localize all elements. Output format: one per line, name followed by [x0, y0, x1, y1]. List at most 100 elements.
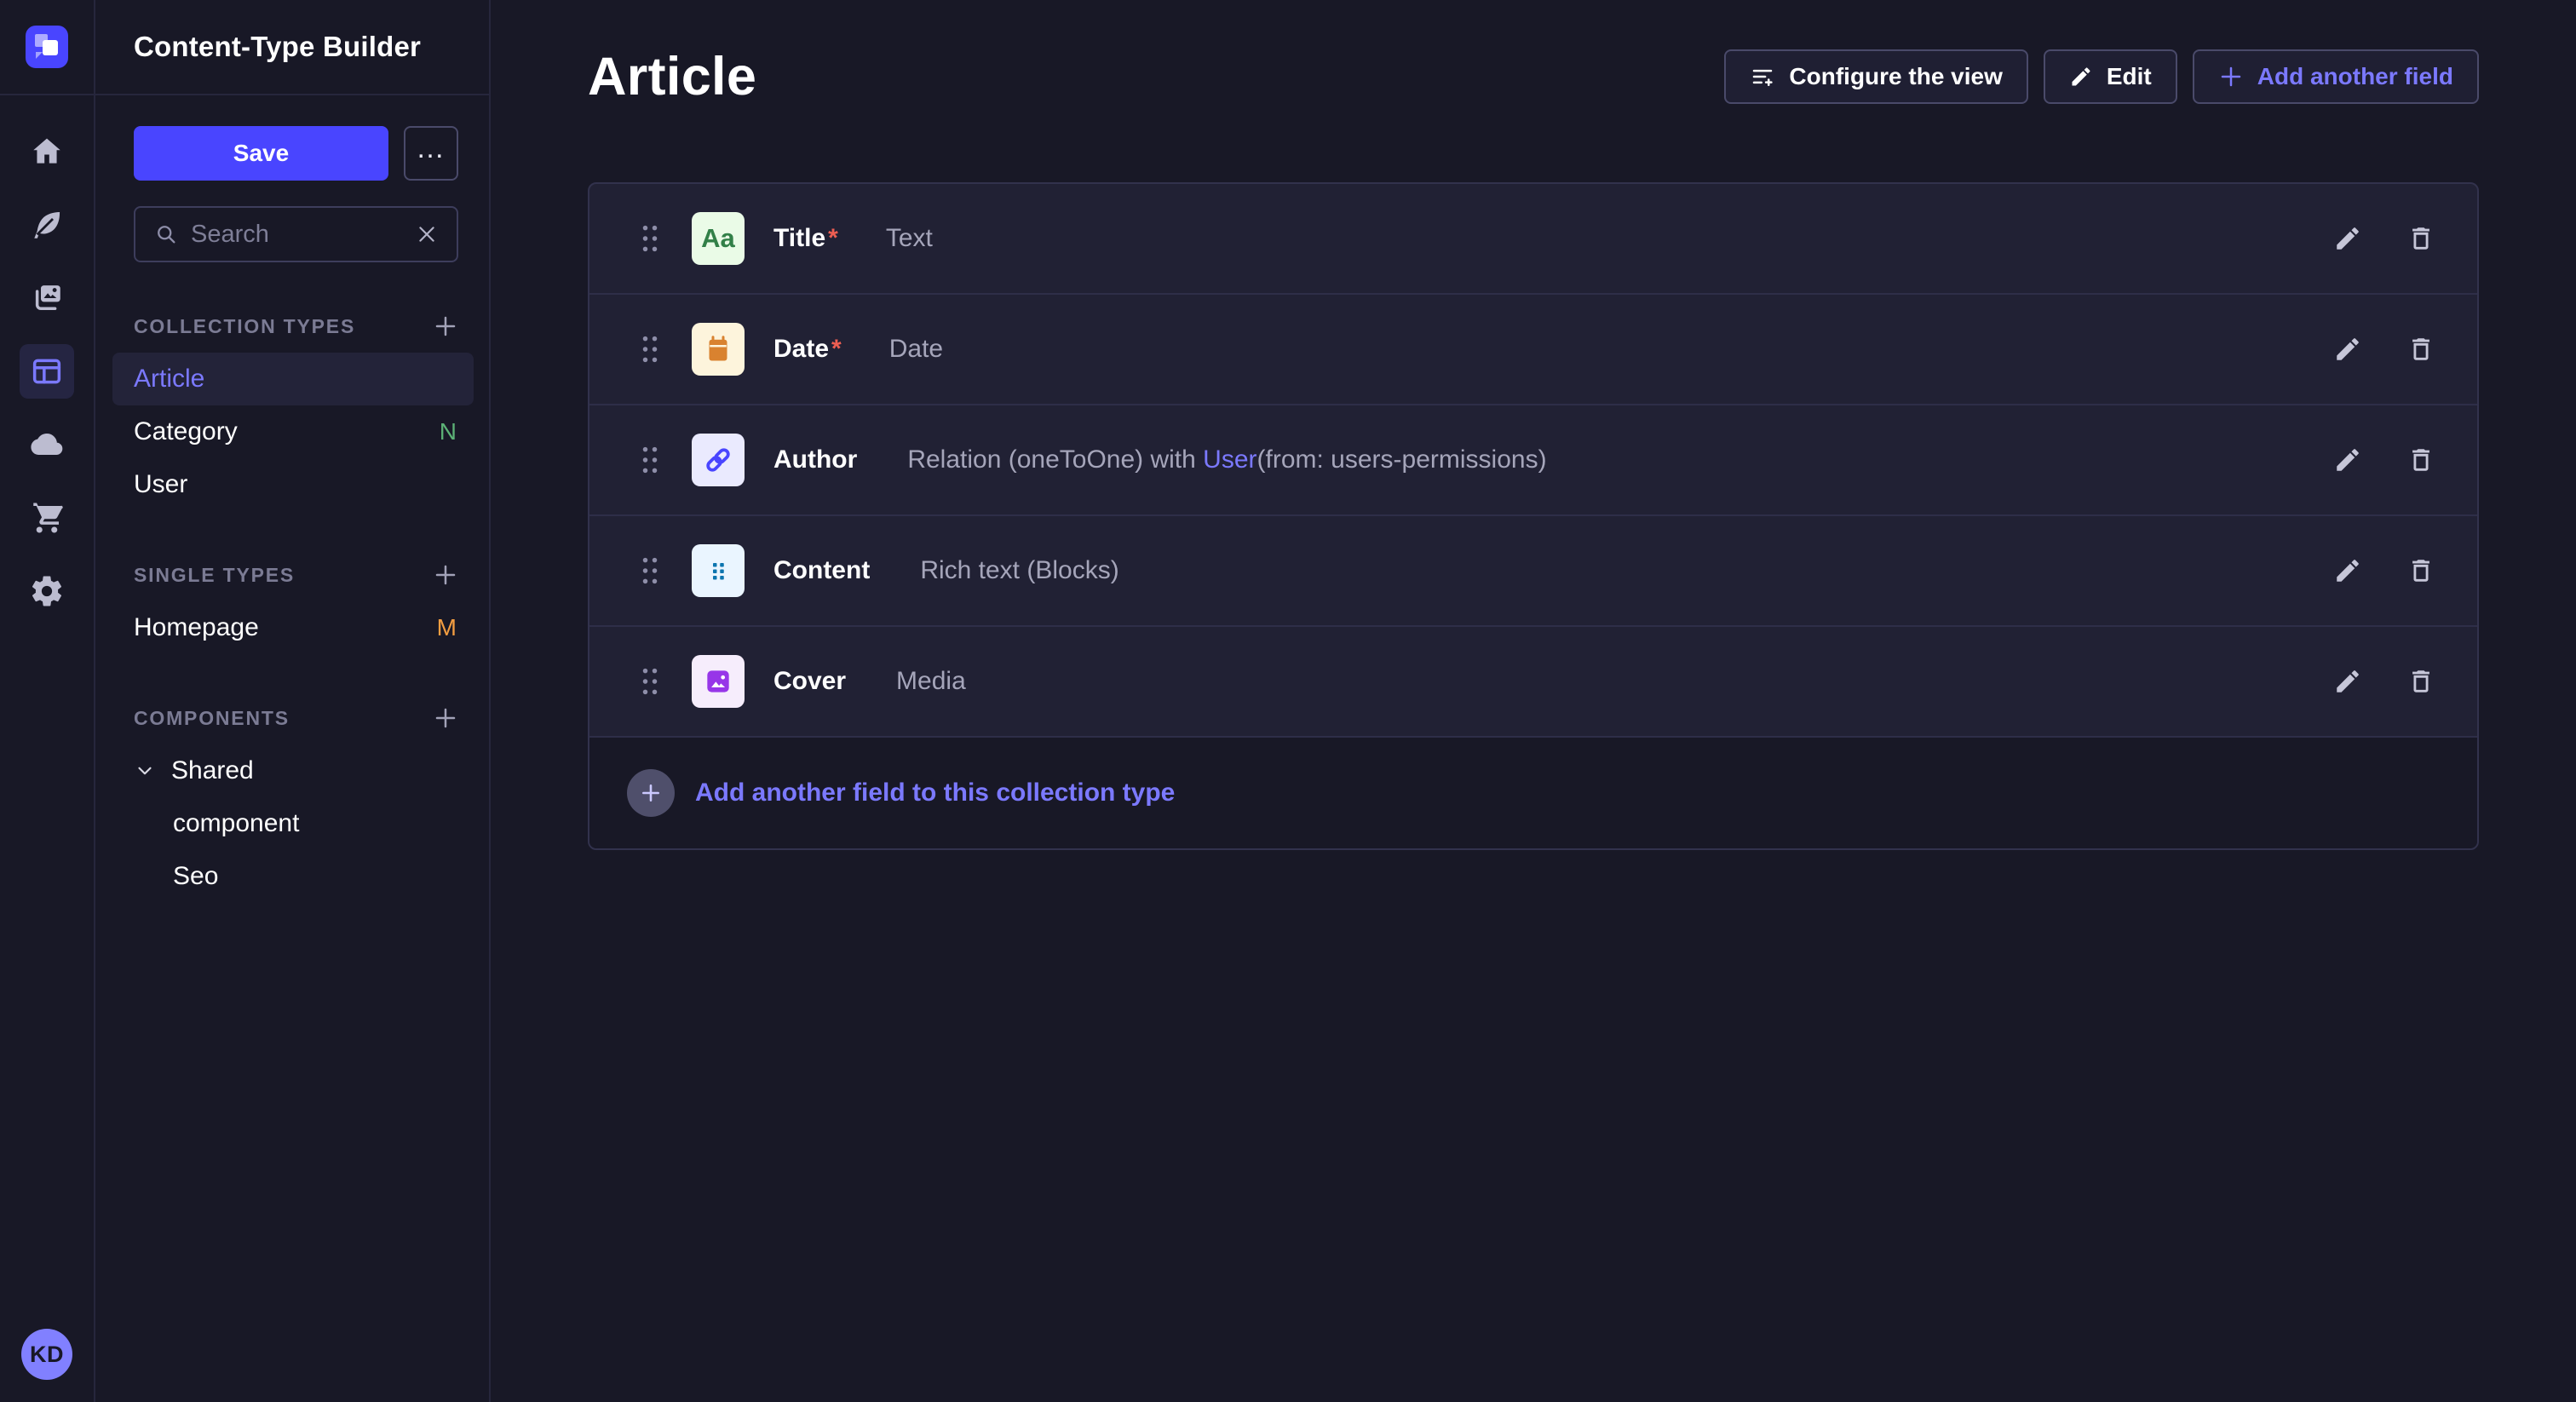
- field-type: Text: [886, 224, 933, 253]
- edit-field-button[interactable]: [2329, 220, 2366, 257]
- close-icon: [416, 223, 438, 245]
- edit-field-button[interactable]: [2329, 552, 2366, 589]
- sidebar-item-article[interactable]: Article: [112, 353, 474, 405]
- relation-field-icon: [692, 434, 745, 486]
- plus-icon: [433, 562, 458, 588]
- edit-field-button[interactable]: [2329, 663, 2366, 700]
- sidebar-item-component[interactable]: component: [134, 797, 458, 850]
- field-name: Content: [773, 556, 870, 585]
- sidebar-item-seo[interactable]: Seo: [134, 850, 458, 903]
- date-field-icon: [692, 323, 745, 376]
- field-type: Media: [896, 667, 966, 696]
- add-single-type-button[interactable]: [433, 562, 458, 588]
- pencil-icon: [2069, 65, 2093, 89]
- table-row-date: Date* Date: [589, 295, 2477, 405]
- sidebar-item-category[interactable]: Category N: [112, 405, 474, 458]
- configure-list-icon: [1750, 64, 1775, 89]
- plugin-body: Save … COLLECTION TYPES: [95, 95, 489, 903]
- search-icon: [154, 222, 178, 246]
- icon-rail: KD: [0, 0, 95, 1402]
- status-badge-modified: M: [437, 614, 457, 641]
- rail-header: [0, 0, 94, 95]
- add-another-field-button[interactable]: Add another field: [2193, 49, 2479, 104]
- add-field-footer-button[interactable]: Add another field to this collection typ…: [589, 738, 2477, 848]
- drag-handle-icon[interactable]: [639, 555, 661, 586]
- strapi-logo-icon[interactable]: [26, 26, 68, 68]
- plugin-header: Content-Type Builder: [95, 0, 489, 95]
- pencil-icon: [2333, 224, 2362, 253]
- component-group-shared[interactable]: Shared: [134, 744, 458, 797]
- chevron-down-icon: [134, 760, 156, 782]
- search-input[interactable]: [191, 221, 403, 249]
- section-label: COLLECTION TYPES: [134, 315, 355, 338]
- field-type: Date: [889, 335, 943, 364]
- edit-field-button[interactable]: [2329, 330, 2366, 368]
- save-row: Save …: [134, 126, 458, 181]
- rail-icon-list: [0, 95, 94, 1329]
- table-row-title: Aa Title* Text: [589, 184, 2477, 295]
- plus-icon: [2218, 64, 2244, 89]
- pencil-icon: [2333, 445, 2362, 474]
- required-mark: *: [831, 335, 842, 364]
- plus-icon: [433, 705, 458, 731]
- configure-view-button[interactable]: Configure the view: [1724, 49, 2027, 104]
- plus-icon: [433, 313, 458, 339]
- media-field-icon: [692, 655, 745, 708]
- section-single-types: SINGLE TYPES Homepage M: [134, 562, 458, 654]
- media-library-icon[interactable]: [20, 271, 74, 325]
- trash-icon: [2406, 224, 2435, 253]
- clear-search-button[interactable]: [416, 223, 438, 245]
- main-content: Article Configure the view Edit Add anot…: [491, 0, 2576, 1402]
- add-field-footer-label: Add another field to this collection typ…: [695, 779, 1175, 807]
- fields-table: Aa Title* Text Date* Date: [588, 182, 2479, 850]
- field-name: Date: [773, 335, 829, 364]
- edit-button[interactable]: Edit: [2044, 49, 2177, 104]
- field-name: Cover: [773, 667, 846, 696]
- marketplace-cart-icon[interactable]: [20, 491, 74, 545]
- delete-field-button[interactable]: [2402, 220, 2440, 257]
- section-label: COMPONENTS: [134, 707, 290, 730]
- required-mark: *: [828, 224, 838, 253]
- relation-target-link[interactable]: User: [1203, 445, 1256, 474]
- content-type-builder-icon[interactable]: [20, 344, 74, 399]
- header-actions: Configure the view Edit Add another fiel…: [1724, 49, 2479, 104]
- section-label: SINGLE TYPES: [134, 564, 295, 587]
- drag-handle-icon[interactable]: [639, 445, 661, 475]
- sidebar-item-homepage[interactable]: Homepage M: [112, 601, 474, 654]
- sidebar-item-user[interactable]: User: [112, 458, 474, 511]
- drag-handle-icon[interactable]: [639, 666, 661, 697]
- trash-icon: [2406, 556, 2435, 585]
- save-button[interactable]: Save: [134, 126, 388, 181]
- delete-field-button[interactable]: [2402, 663, 2440, 700]
- status-badge-new: N: [440, 418, 457, 445]
- delete-field-button[interactable]: [2402, 441, 2440, 479]
- home-icon[interactable]: [20, 124, 74, 179]
- trash-icon: [2406, 445, 2435, 474]
- more-options-button[interactable]: …: [404, 126, 458, 181]
- app-root: KD Content-Type Builder Save …: [0, 0, 2576, 1402]
- drag-handle-icon[interactable]: [639, 223, 661, 254]
- add-component-button[interactable]: [433, 705, 458, 731]
- table-row-cover: Cover Media: [589, 627, 2477, 738]
- delete-field-button[interactable]: [2402, 330, 2440, 368]
- delete-field-button[interactable]: [2402, 552, 2440, 589]
- drag-handle-icon[interactable]: [639, 334, 661, 365]
- page-title: Article: [588, 46, 756, 107]
- content-manager-feather-icon[interactable]: [20, 198, 74, 252]
- table-row-content: Content Rich text (Blocks): [589, 516, 2477, 627]
- trash-icon: [2406, 335, 2435, 364]
- search-box: [134, 206, 458, 262]
- plus-circle-icon: [627, 769, 675, 817]
- text-field-icon: Aa: [692, 212, 745, 265]
- field-type: Rich text (Blocks): [920, 556, 1118, 585]
- field-name: Author: [773, 445, 857, 474]
- section-collection-types: COLLECTION TYPES Article Category N User: [134, 313, 458, 511]
- cloud-icon[interactable]: [20, 417, 74, 472]
- field-type: Relation (oneToOne) with User(from: user…: [907, 445, 1546, 474]
- user-avatar[interactable]: KD: [21, 1329, 72, 1380]
- settings-gear-icon[interactable]: [20, 564, 74, 618]
- edit-field-button[interactable]: [2329, 441, 2366, 479]
- add-collection-type-button[interactable]: [433, 313, 458, 339]
- plugin-sidebar: Content-Type Builder Save … COLLECTION T…: [95, 0, 491, 1402]
- pencil-icon: [2333, 556, 2362, 585]
